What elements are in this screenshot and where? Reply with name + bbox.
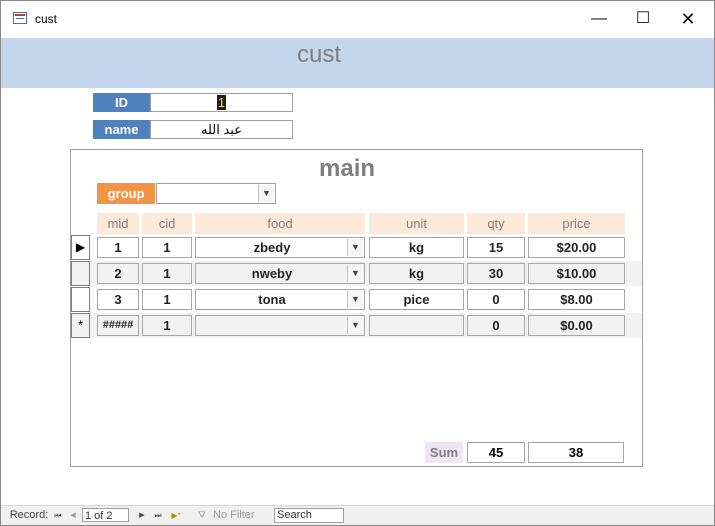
search-input[interactable]: Search xyxy=(274,508,344,523)
name-field[interactable]: عبد الله xyxy=(150,120,293,139)
chevron-down-icon[interactable]: ▼ xyxy=(347,291,363,308)
form-header xyxy=(1,38,714,88)
record-selector[interactable] xyxy=(71,287,90,312)
close-button[interactable]: ✕ xyxy=(673,7,703,31)
qty-cell[interactable]: 30 xyxy=(467,263,525,284)
mid-cell[interactable]: 3 xyxy=(97,289,139,310)
previous-record-icon[interactable]: ◀ xyxy=(67,506,79,525)
id-label: ID xyxy=(93,93,150,112)
unit-cell[interactable]: pice xyxy=(369,289,464,310)
cid-cell[interactable]: 1 xyxy=(142,315,192,336)
chevron-down-icon[interactable]: ▼ xyxy=(347,317,363,334)
sum-price-field[interactable]: 38 xyxy=(528,442,624,463)
cid-cell[interactable]: 1 xyxy=(142,263,192,284)
mid-cell[interactable]: 1 xyxy=(97,237,139,258)
qty-cell[interactable]: 15 xyxy=(467,237,525,258)
record-selector[interactable] xyxy=(71,261,90,286)
id-value: 1 xyxy=(216,95,227,110)
subform-title: main xyxy=(319,155,376,182)
minimize-button[interactable]: — xyxy=(584,7,614,31)
food-combo[interactable]: zbedy ▼ xyxy=(195,237,365,258)
food-combo[interactable]: ▼ xyxy=(195,315,365,336)
new-record-row[interactable]: * ##### 1 ▼ 0 $0.00 xyxy=(71,313,642,338)
main-subform: main group ▼ mid cid food unit qty price… xyxy=(70,149,643,467)
form-icon xyxy=(13,12,27,24)
column-header-mid: mid xyxy=(97,213,139,234)
column-header-unit: unit xyxy=(369,213,464,234)
title-bar: cust — ☐ ✕ xyxy=(1,1,714,37)
unit-cell[interactable] xyxy=(369,315,464,336)
price-cell[interactable]: $8.00 xyxy=(528,289,625,310)
filter-toggle[interactable]: No Filter xyxy=(213,506,263,525)
price-cell[interactable]: $0.00 xyxy=(528,315,625,336)
access-form-window: cust — ☐ ✕ cust ID 1 name عبد الله main … xyxy=(0,0,715,526)
record-selector[interactable]: ▶ xyxy=(71,235,90,260)
group-label: group xyxy=(97,183,155,204)
column-header-food: food xyxy=(195,213,365,234)
record-navigation-bar: Record: ⏮ ◀ 1 of 2 ▶ ⏭ ▶* ⛛ No Filter Se… xyxy=(1,505,714,525)
table-row[interactable]: ▶ 1 1 zbedy ▼ kg 15 $20.00 xyxy=(71,235,642,260)
chevron-down-icon[interactable]: ▼ xyxy=(258,185,274,202)
record-label: Record: xyxy=(9,509,49,521)
new-record-selector[interactable]: * xyxy=(71,313,90,338)
cid-cell[interactable]: 1 xyxy=(142,289,192,310)
price-cell[interactable]: $10.00 xyxy=(528,263,625,284)
mid-cell[interactable]: 2 xyxy=(97,263,139,284)
id-field[interactable]: 1 xyxy=(150,93,293,112)
food-combo[interactable]: nweby ▼ xyxy=(195,263,365,284)
qty-cell[interactable]: 0 xyxy=(467,289,525,310)
new-record-icon[interactable]: ▶* xyxy=(167,506,185,525)
food-combo[interactable]: tona ▼ xyxy=(195,289,365,310)
unit-cell[interactable]: kg xyxy=(369,263,464,284)
column-header-price: price xyxy=(528,213,625,234)
food-value: zbedy xyxy=(253,240,291,255)
sum-qty-field[interactable]: 45 xyxy=(467,442,525,463)
chevron-down-icon[interactable]: ▼ xyxy=(347,239,363,256)
group-combo[interactable]: ▼ xyxy=(156,183,276,204)
table-row[interactable]: 3 1 tona ▼ pice 0 $8.00 xyxy=(71,287,642,312)
price-cell[interactable]: $20.00 xyxy=(528,237,625,258)
window-title: cust xyxy=(35,12,58,26)
next-record-icon[interactable]: ▶ xyxy=(136,506,148,525)
chevron-down-icon[interactable]: ▼ xyxy=(347,265,363,282)
maximize-button[interactable]: ☐ xyxy=(628,7,658,31)
column-header-qty: qty xyxy=(467,213,525,234)
first-record-icon[interactable]: ⏮ xyxy=(52,506,64,525)
table-row[interactable]: 2 1 nweby ▼ kg 30 $10.00 xyxy=(71,261,642,286)
unit-cell[interactable]: kg xyxy=(369,237,464,258)
filter-icon[interactable]: ⛛ xyxy=(196,506,208,525)
name-label: name xyxy=(93,120,150,139)
qty-cell[interactable]: 0 xyxy=(467,315,525,336)
record-position-input[interactable]: 1 of 2 xyxy=(82,508,129,522)
food-value: nweby xyxy=(251,266,293,281)
mid-cell[interactable]: ##### xyxy=(97,315,139,336)
last-record-icon[interactable]: ⏭ xyxy=(152,506,164,525)
cid-cell[interactable]: 1 xyxy=(142,237,192,258)
column-header-cid: cid xyxy=(142,213,192,234)
sum-label: Sum xyxy=(425,442,463,463)
food-value: tona xyxy=(258,292,286,307)
form-title: cust xyxy=(297,41,342,68)
